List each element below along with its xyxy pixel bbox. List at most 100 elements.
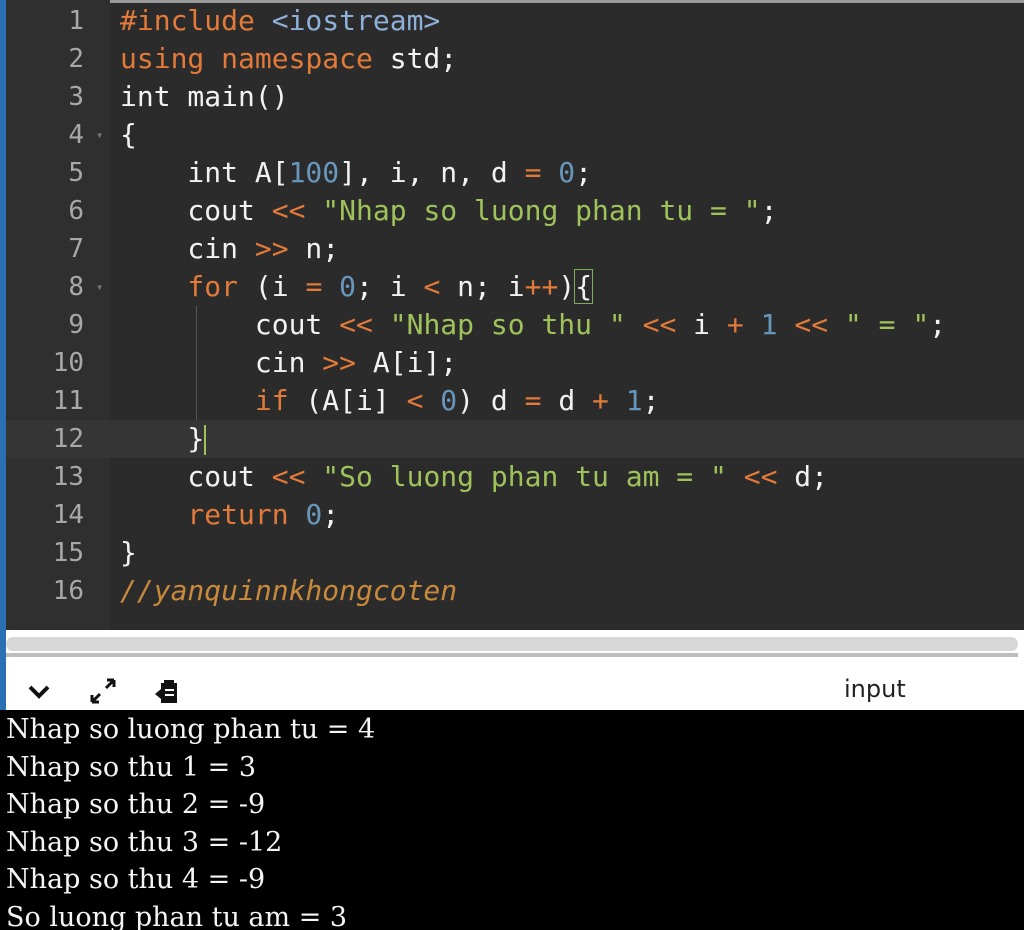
expand-arrows-icon[interactable] xyxy=(88,676,118,706)
code-text: int main() xyxy=(120,78,289,116)
code-token: + xyxy=(592,384,609,417)
code-token: cin xyxy=(120,232,255,265)
code-token: cout xyxy=(120,460,272,493)
code-token: n; xyxy=(288,232,340,265)
code-token: << xyxy=(271,460,306,493)
code-line[interactable]: 15} xyxy=(6,534,1024,572)
code-text: for (i = 0; i < n; i++){ xyxy=(120,268,594,306)
code-token: (A[i] xyxy=(288,384,407,417)
code-token: ) xyxy=(558,270,576,303)
code-token: d xyxy=(541,384,593,417)
code-line[interactable]: 2 using namespace std; xyxy=(6,40,1024,78)
line-number: 16 xyxy=(52,576,84,606)
code-token: //yanquinnkhongcoten xyxy=(120,574,458,607)
code-text: cout << "Nhap so thu " << i + 1 << " = "… xyxy=(120,306,946,344)
code-text: //yanquinnkhongcoten xyxy=(120,572,457,610)
line-number: 3 xyxy=(68,82,84,112)
code-text: #include <iostream> xyxy=(120,2,440,40)
code-token: i xyxy=(676,308,727,341)
code-token: { xyxy=(574,269,594,304)
code-text: return 0; xyxy=(120,496,339,534)
code-token: ; xyxy=(322,498,340,531)
code-token: = xyxy=(524,384,542,417)
output-line: Nhap so thu 3 = -12 xyxy=(6,826,283,858)
code-token: " = " xyxy=(828,308,930,341)
code-line[interactable]: 8 ▾ for (i = 0; i < n; i++){ xyxy=(6,268,1024,306)
code-line[interactable]: 11 if (A[i] < 0) d = d + 1; xyxy=(6,382,1024,420)
code-token: <iostream> xyxy=(271,4,441,37)
code-token: "Nhap so thu " xyxy=(372,308,626,341)
code-token: } xyxy=(120,422,205,455)
code-token: cin xyxy=(120,346,323,379)
code-text: } xyxy=(120,534,137,572)
code-editor[interactable]: 1 #include <iostream> 2 using namespace std… xyxy=(6,0,1024,630)
code-token: "Nhap so luong phan tu = " xyxy=(305,194,761,227)
code-token: { xyxy=(120,118,137,151)
code-text: { xyxy=(120,116,137,154)
code-token: ], i, n, d xyxy=(339,156,525,189)
code-token: >> xyxy=(322,346,357,379)
code-token: < xyxy=(423,270,441,303)
code-text: if (A[i] < 0) d = d + 1; xyxy=(120,382,660,420)
code-token: n; i xyxy=(440,270,525,303)
code-line[interactable]: 6 cout << "Nhap so luong phan tu = "; xyxy=(6,192,1024,230)
code-text: int A[100], i, n, d = 0; xyxy=(120,154,592,192)
code-line[interactable]: 3 int main() xyxy=(6,78,1024,116)
line-number: 6 xyxy=(68,196,84,226)
console-output: Nhap so luong phan tu = 4 Nhap so thu 1 =… xyxy=(0,710,1024,930)
fold-arrow-icon[interactable]: ▾ xyxy=(96,268,103,306)
line-number: 5 xyxy=(68,158,84,188)
output-line: Nhap so luong phan tu = 4 xyxy=(6,714,376,745)
code-text: using namespace std; xyxy=(120,40,457,78)
code-token: + xyxy=(726,308,744,341)
code-line[interactable]: 12 } xyxy=(6,420,1024,458)
code-token: 0 xyxy=(288,498,323,531)
fold-arrow-icon[interactable]: ▾ xyxy=(96,116,103,154)
output-line: So luong phan tu am = 3 xyxy=(6,901,348,930)
output-line: Nhap so thu 4 = -9 xyxy=(6,864,266,895)
code-token: << xyxy=(625,308,677,341)
input-tab-label[interactable]: input xyxy=(844,672,906,706)
code-line[interactable]: 4 ▾ { xyxy=(6,116,1024,154)
code-text: cout << "So luong phan tu am = " << d; xyxy=(120,458,828,496)
text-cursor xyxy=(204,425,207,455)
code-line[interactable]: 7 cin >> n; xyxy=(6,230,1024,268)
line-number: 11 xyxy=(52,386,84,416)
output-line: Nhap so thu 2 = -9 xyxy=(6,789,266,820)
console-toolbar: input xyxy=(6,672,1024,710)
code-token: ) d xyxy=(457,384,525,417)
code-token: (i xyxy=(238,270,306,303)
code-token: ; xyxy=(929,308,947,341)
line-number: 12 xyxy=(52,424,84,454)
clipboard-icon[interactable] xyxy=(152,676,182,706)
code-line[interactable]: 16 //yanquinnkhongcoten xyxy=(6,572,1024,610)
code-token: << xyxy=(726,460,778,493)
code-text: cin >> A[i]; xyxy=(120,344,457,382)
code-line[interactable]: 13 cout << "So luong phan tu am = " << d… xyxy=(6,458,1024,496)
splitter-divider xyxy=(6,653,1018,657)
code-token: 0 xyxy=(423,384,458,417)
code-line[interactable]: 14 return 0; xyxy=(6,496,1024,534)
code-token: A[i]; xyxy=(356,346,458,379)
code-line[interactable]: 9 cout << "Nhap so thu " << i + 1 << " =… xyxy=(6,306,1024,344)
code-token: 0 xyxy=(322,270,357,303)
code-line[interactable]: 5 int A[100], i, n, d = 0; xyxy=(6,154,1024,192)
chevron-down-icon[interactable] xyxy=(24,676,54,706)
code-token: d; xyxy=(777,460,829,493)
code-text: cin >> n; xyxy=(120,230,339,268)
code-token: using namespace xyxy=(120,42,390,75)
code-token: ; i xyxy=(356,270,424,303)
code-line[interactable]: 10 cin >> A[i]; xyxy=(6,344,1024,382)
code-token: 1 xyxy=(743,308,778,341)
line-number: 1 xyxy=(68,6,84,36)
code-text: } xyxy=(120,420,207,458)
horizontal-scrollbar[interactable] xyxy=(6,637,1018,651)
code-token: } xyxy=(120,536,137,569)
code-token: #include xyxy=(120,4,272,37)
code-line[interactable]: 1 #include <iostream> xyxy=(6,2,1024,40)
code-token: int main() xyxy=(120,80,289,113)
code-token: 100 xyxy=(288,156,340,189)
code-token: "So luong phan tu am = " xyxy=(305,460,727,493)
line-number: 14 xyxy=(52,500,84,530)
line-number: 9 xyxy=(68,310,84,340)
